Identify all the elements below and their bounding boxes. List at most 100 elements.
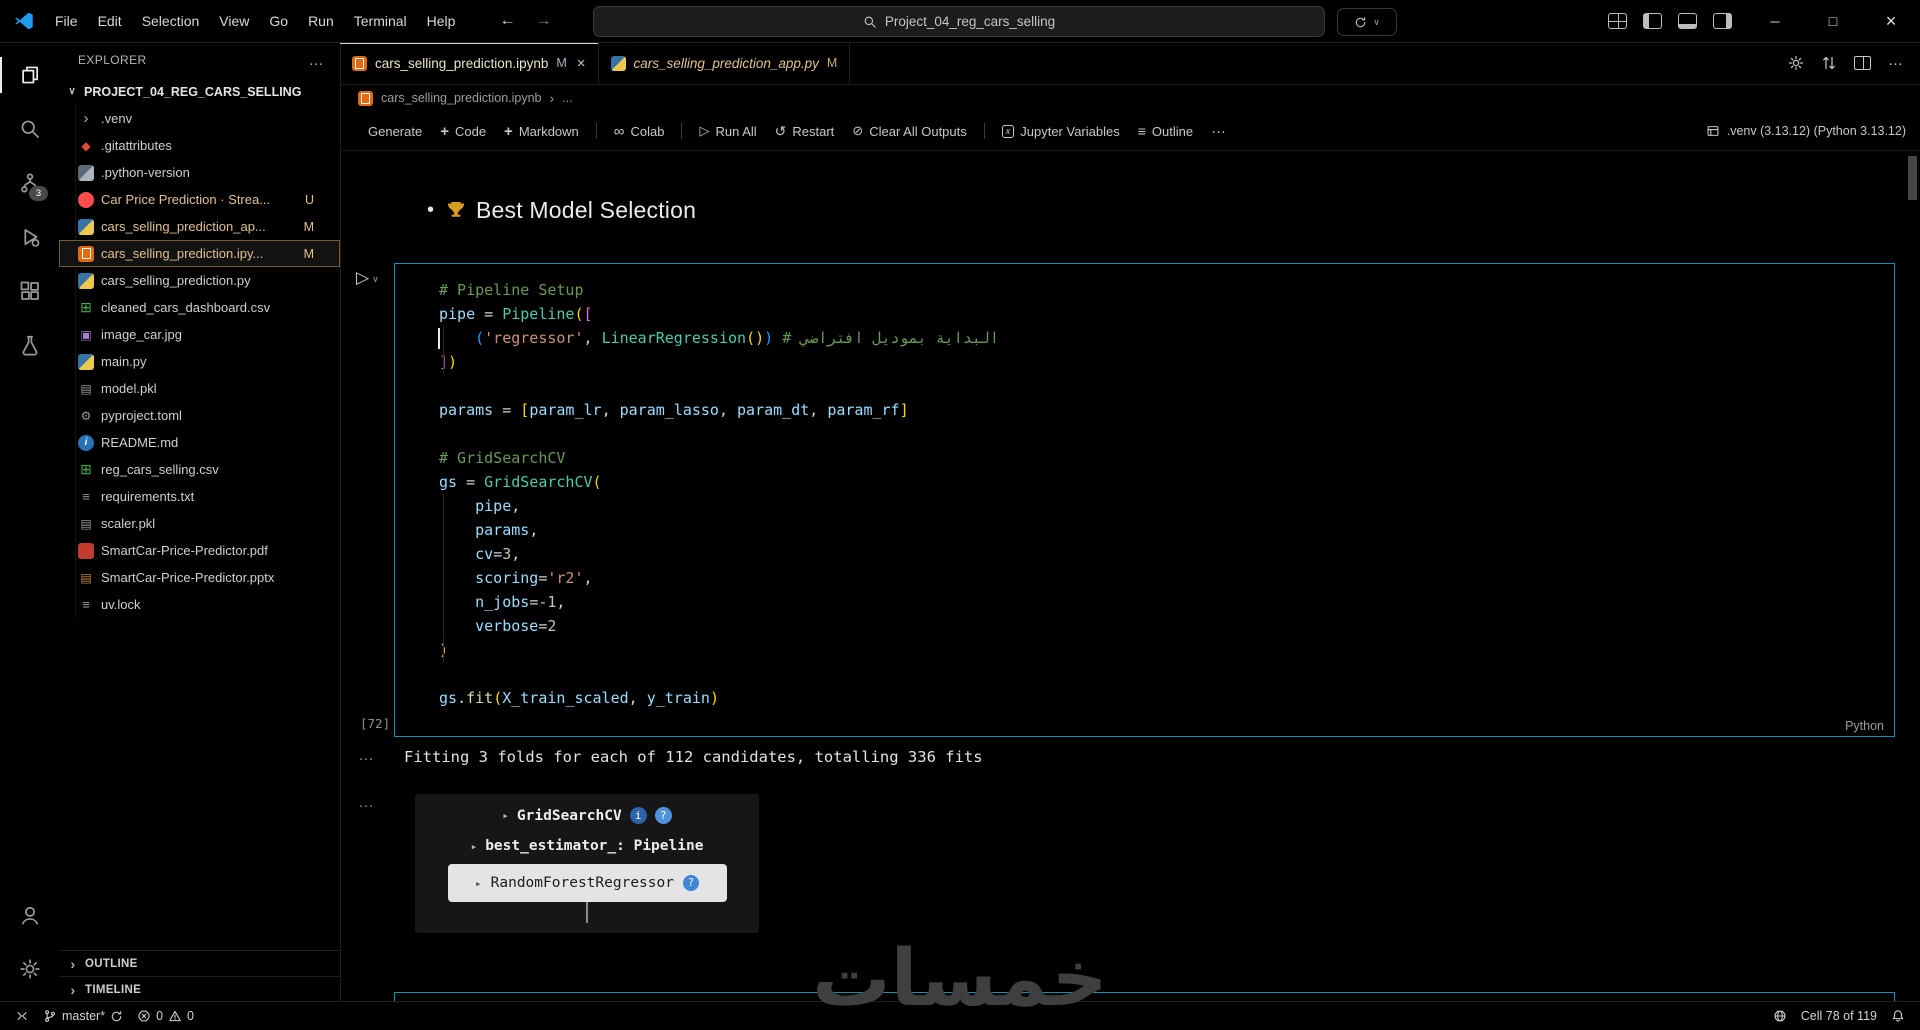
- toolbar-button[interactable]: Restart: [767, 119, 843, 144]
- code-line[interactable]: ): [439, 638, 1874, 662]
- kernel-picker[interactable]: .venv (3.13.12) (Python 3.13.12): [1706, 124, 1906, 138]
- cell-indicator[interactable]: Cell 78 of 119: [1794, 1009, 1884, 1023]
- code-line[interactable]: ('regressor', LinearRegression()) # البد…: [439, 326, 1874, 350]
- toggle-sidebar-icon[interactable]: [1643, 13, 1662, 29]
- explorer-file-row[interactable]: model.pkl: [59, 375, 340, 402]
- output-collapse-button[interactable]: [358, 798, 374, 816]
- code-line[interactable]: params,: [439, 518, 1874, 542]
- explorer-file-row[interactable]: main.py: [59, 348, 340, 375]
- editor-tab[interactable]: cars_selling_prediction_app.py M: [599, 42, 851, 84]
- toolbar-button[interactable]: Generate: [354, 120, 430, 143]
- activity-source-control[interactable]: 3: [0, 158, 59, 208]
- menu-item[interactable]: Edit: [88, 7, 132, 35]
- project-root-row[interactable]: ∨ PROJECT_04_REG_CARS_SELLING: [59, 78, 340, 105]
- toggle-secondary-sidebar-icon[interactable]: [1713, 13, 1732, 29]
- run-cell-button[interactable]: [356, 268, 369, 288]
- explorer-file-row[interactable]: cars_selling_prediction_ap... M: [59, 213, 340, 240]
- close-button[interactable]: [1862, 0, 1920, 42]
- explorer-file-row[interactable]: cars_selling_prediction.py: [59, 267, 340, 294]
- explorer-file-row[interactable]: SmartCar-Price-Predictor.pptx: [59, 564, 340, 591]
- explorer-file-row[interactable]: pyproject.toml: [59, 402, 340, 429]
- menu-item[interactable]: Selection: [132, 7, 210, 35]
- toolbar-button[interactable]: Run All: [691, 119, 764, 143]
- menu-item[interactable]: Terminal: [344, 7, 417, 35]
- toolbar-button[interactable]: [1203, 119, 1240, 144]
- explorer-more-actions[interactable]: …: [309, 52, 324, 69]
- code-line[interactable]: n_jobs=-1,: [439, 590, 1874, 614]
- code-line[interactable]: gs.fit(X_train_scaled, y_train): [439, 686, 1874, 710]
- explorer-file-row[interactable]: image_car.jpg: [59, 321, 340, 348]
- best-estimator-label[interactable]: best_estimator_: Pipeline: [485, 838, 703, 854]
- code-line[interactable]: params = [param_lr, param_lasso, param_d…: [439, 398, 1874, 422]
- activity-testing[interactable]: [0, 320, 59, 370]
- toggle-panel-icon[interactable]: [1678, 13, 1697, 29]
- markdown-cell[interactable]: Best Model Selection: [427, 194, 696, 226]
- sync-dropdown-button[interactable]: ∨: [1337, 8, 1397, 36]
- maximize-button[interactable]: [1804, 0, 1862, 42]
- explorer-file-row[interactable]: .venv: [59, 105, 340, 132]
- code-line[interactable]: pipe,: [439, 494, 1874, 518]
- activity-search[interactable]: [0, 104, 59, 154]
- output-collapse-button[interactable]: [358, 751, 374, 769]
- toolbar-button[interactable]: Jupyter Variables: [994, 120, 1128, 143]
- toolbar-button[interactable]: Code: [432, 119, 494, 144]
- back-button[interactable]: ←: [499, 12, 515, 30]
- explorer-file-row[interactable]: SmartCar-Price-Predictor.pdf: [59, 537, 340, 564]
- explorer-file-row[interactable]: README.md: [59, 429, 340, 456]
- code-line[interactable]: # GridSearchCV: [439, 446, 1874, 470]
- notifications[interactable]: [1884, 1009, 1912, 1023]
- menu-item[interactable]: Go: [259, 7, 298, 35]
- accounts-button[interactable]: [0, 890, 59, 940]
- git-branch-item[interactable]: master*: [36, 1002, 130, 1030]
- problems-item[interactable]: 0 0: [130, 1002, 201, 1030]
- forward-button[interactable]: →: [535, 12, 551, 30]
- explorer-file-row[interactable]: scaler.pkl: [59, 510, 340, 537]
- explorer-file-row[interactable]: cleaned_cars_dashboard.csv: [59, 294, 340, 321]
- breadcrumb-more[interactable]: ...: [562, 91, 572, 105]
- code-line[interactable]: [439, 374, 1874, 398]
- info-badge[interactable]: i: [629, 807, 647, 824]
- toolbar-button[interactable]: Clear All Outputs: [844, 119, 974, 143]
- command-center-search[interactable]: Project_04_reg_cars_selling: [593, 6, 1325, 37]
- help-badge[interactable]: ?: [654, 807, 672, 824]
- expander-caret-icon[interactable]: [471, 840, 478, 853]
- code-lines[interactable]: # Pipeline Setup pipe = Pipeline([ ('regr…: [438, 278, 1874, 718]
- activity-run-debug[interactable]: [0, 212, 59, 262]
- breadcrumb-file[interactable]: cars_selling_prediction.ipynb: [381, 91, 542, 105]
- compare-changes-icon[interactable]: [1821, 55, 1837, 71]
- code-line[interactable]: cv=3,: [439, 542, 1874, 566]
- toolbar-button[interactable]: Colab: [606, 119, 673, 144]
- code-line[interactable]: scoring='r2',: [439, 566, 1874, 590]
- manage-button[interactable]: [0, 944, 59, 994]
- explorer-file-row[interactable]: requirements.txt: [59, 483, 340, 510]
- explorer-file-row[interactable]: .python-version: [59, 159, 340, 186]
- code-line[interactable]: [439, 422, 1874, 446]
- menu-item[interactable]: File: [45, 7, 88, 35]
- explorer-file-row[interactable]: uv.lock: [59, 591, 340, 618]
- minimize-button[interactable]: [1746, 0, 1804, 42]
- help-badge[interactable]: ?: [682, 875, 699, 891]
- explorer-file-row[interactable]: .gitattributes: [59, 132, 340, 159]
- menu-item[interactable]: View: [209, 7, 259, 35]
- cell-language-label[interactable]: Python: [1845, 719, 1884, 733]
- explorer-file-row[interactable]: cars_selling_prediction.ipy... M: [59, 240, 340, 267]
- customize-layout-icon[interactable]: [1608, 13, 1627, 29]
- estimator-title[interactable]: GridSearchCV: [517, 808, 622, 824]
- run-options-chevron-icon[interactable]: [372, 274, 379, 285]
- code-cell[interactable]: # Pipeline Setup pipe = Pipeline([ ('regr…: [394, 263, 1895, 737]
- timeline-section[interactable]: › TIMELINE: [59, 976, 340, 1002]
- toolbar-button[interactable]: Markdown: [496, 119, 587, 144]
- explorer-file-row[interactable]: reg_cars_selling.csv: [59, 456, 340, 483]
- more-actions-icon[interactable]: [1888, 55, 1904, 72]
- close-tab-icon[interactable]: [577, 55, 586, 72]
- outline-section[interactable]: › OUTLINE: [59, 950, 340, 976]
- network-status[interactable]: [1766, 1009, 1794, 1023]
- menu-item[interactable]: Run: [298, 7, 344, 35]
- code-line[interactable]: [439, 662, 1874, 686]
- model-box[interactable]: RandomForestRegressor ?: [447, 864, 727, 902]
- editor-tab[interactable]: cars_selling_prediction.ipynb M: [340, 42, 599, 84]
- menu-item[interactable]: Help: [417, 7, 466, 35]
- code-line[interactable]: ]): [439, 350, 1874, 374]
- code-line[interactable]: verbose=2: [439, 614, 1874, 638]
- code-line[interactable]: # Pipeline Setup: [439, 278, 1874, 302]
